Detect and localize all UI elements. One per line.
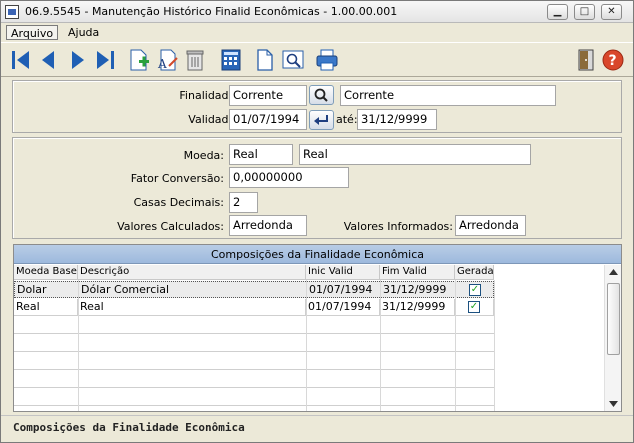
menu-bar: Arquivo Ajuda xyxy=(1,23,633,42)
cell-inic-valid: 01/07/1994 xyxy=(307,282,381,298)
delete-icon[interactable] xyxy=(183,48,207,72)
column-header-fim-valid[interactable]: Fim Valid xyxy=(380,265,455,280)
grid-header: Moeda Base Descrição Inic Valid Fim Vali… xyxy=(14,265,494,280)
edit-icon[interactable]: A xyxy=(155,48,179,72)
enter-arrow-icon xyxy=(314,115,328,125)
validade-fim-field[interactable]: 31/12/9999 xyxy=(357,109,437,130)
column-divider xyxy=(306,280,307,411)
valores-calculados-field[interactable]: Arredonda xyxy=(229,215,307,236)
grid-title: Composições da Finalidade Econômica xyxy=(14,245,621,264)
table-row-empty xyxy=(14,389,494,406)
scroll-thumb[interactable] xyxy=(607,283,620,355)
minimize-button[interactable]: ▁ xyxy=(547,4,568,20)
finalidade-search-button[interactable] xyxy=(309,85,334,105)
grid-scrollbar[interactable] xyxy=(604,265,621,411)
column-header-moeda-base[interactable]: Moeda Base xyxy=(14,265,78,280)
document-icon[interactable] xyxy=(253,48,277,72)
fator-conversao-field[interactable]: 0,00000000 xyxy=(229,167,349,188)
column-header-inic-valid[interactable]: Inic Valid xyxy=(306,265,380,280)
scroll-up-icon[interactable] xyxy=(609,269,618,275)
column-header-descricao[interactable]: Descrição xyxy=(78,265,306,280)
status-bar: Composições da Finalidade Econômica xyxy=(1,415,633,441)
table-row-empty xyxy=(14,353,494,370)
cell-gerada: ✓ xyxy=(456,282,495,298)
next-record-icon[interactable] xyxy=(65,48,89,72)
cell-fim-valid: 31/12/9999 xyxy=(381,282,456,298)
cell-fim-valid: 31/12/9999 xyxy=(380,299,455,315)
print-icon[interactable] xyxy=(315,48,339,72)
fator-conversao-label: Fator Conversão: xyxy=(130,172,224,185)
finalidade-code-field[interactable]: Corrente xyxy=(229,85,307,106)
finalidade-desc-field[interactable]: Corrente xyxy=(340,85,556,106)
casas-decimais-label: Casas Decimais: xyxy=(133,196,224,209)
validade-enter-button[interactable] xyxy=(309,110,334,130)
table-row-empty xyxy=(14,335,494,352)
app-icon xyxy=(5,5,19,19)
svg-text:A: A xyxy=(157,57,167,71)
cell-descricao: Dólar Comercial xyxy=(79,282,307,298)
table-row[interactable]: Dolar Dólar Comercial 01/07/1994 31/12/9… xyxy=(14,281,495,298)
moeda-desc-field[interactable]: Real xyxy=(299,144,531,165)
window-title: 06.9.5545 - Manutenção Histórico Finalid… xyxy=(25,5,398,18)
add-icon[interactable] xyxy=(127,48,151,72)
moeda-panel: Moeda: Real Real Fator Conversão: 0,0000… xyxy=(12,137,622,239)
search-icon xyxy=(314,88,328,102)
cell-descricao: Real xyxy=(78,299,306,315)
table-row-empty xyxy=(14,371,494,388)
moeda-code-field[interactable]: Real xyxy=(229,144,293,165)
status-text: Composições da Finalidade Econômica xyxy=(13,421,245,434)
valores-informados-field[interactable]: Arredonda xyxy=(455,215,526,236)
table-row[interactable]: Real Real 01/07/1994 31/12/9999 ✓ xyxy=(14,299,494,316)
gerada-checkbox[interactable]: ✓ xyxy=(469,284,481,296)
column-header-gerada[interactable]: Gerada xyxy=(455,265,494,280)
validade-inicio-field[interactable]: 01/07/1994 xyxy=(229,109,307,130)
cell-moeda-base: Dolar xyxy=(15,282,79,298)
toolbar: A ? xyxy=(1,42,633,77)
maximize-button[interactable]: □ xyxy=(574,4,595,20)
svg-text:?: ? xyxy=(609,53,617,69)
menu-arquivo[interactable]: Arquivo xyxy=(6,25,59,40)
column-divider xyxy=(78,280,79,411)
valores-informados-label: Valores Informados: xyxy=(343,220,453,233)
close-button[interactable]: ✕ xyxy=(601,4,622,20)
cell-moeda-base: Real xyxy=(14,299,78,315)
menu-ajuda[interactable]: Ajuda xyxy=(64,25,103,40)
calculator-icon[interactable] xyxy=(219,48,243,72)
last-record-icon[interactable] xyxy=(93,48,117,72)
exit-icon[interactable] xyxy=(574,48,598,72)
zoom-icon[interactable] xyxy=(281,48,305,72)
ate-label: até: xyxy=(336,113,358,126)
table-row-empty xyxy=(14,317,494,334)
column-divider xyxy=(494,280,495,411)
gerada-checkbox[interactable]: ✓ xyxy=(468,301,480,313)
column-divider xyxy=(455,280,456,411)
casas-decimais-field[interactable]: 2 xyxy=(229,192,258,213)
previous-record-icon[interactable] xyxy=(37,48,61,72)
column-divider xyxy=(380,280,381,411)
valores-calculados-label: Valores Calculados: xyxy=(117,220,224,233)
moeda-label: Moeda: xyxy=(183,149,224,162)
help-icon[interactable]: ? xyxy=(601,48,625,72)
scroll-down-icon[interactable] xyxy=(609,401,618,407)
cell-gerada: ✓ xyxy=(455,299,494,315)
cell-inic-valid: 01/07/1994 xyxy=(306,299,380,315)
first-record-icon[interactable] xyxy=(9,48,33,72)
title-bar[interactable]: 06.9.5545 - Manutenção Histórico Finalid… xyxy=(1,1,633,23)
app-window: 06.9.5545 - Manutenção Histórico Finalid… xyxy=(0,0,634,443)
composicoes-grid: Composições da Finalidade Econômica Moed… xyxy=(13,244,622,412)
finalidade-panel: Finalidade: Corrente Corrente Validade: … xyxy=(12,80,622,133)
